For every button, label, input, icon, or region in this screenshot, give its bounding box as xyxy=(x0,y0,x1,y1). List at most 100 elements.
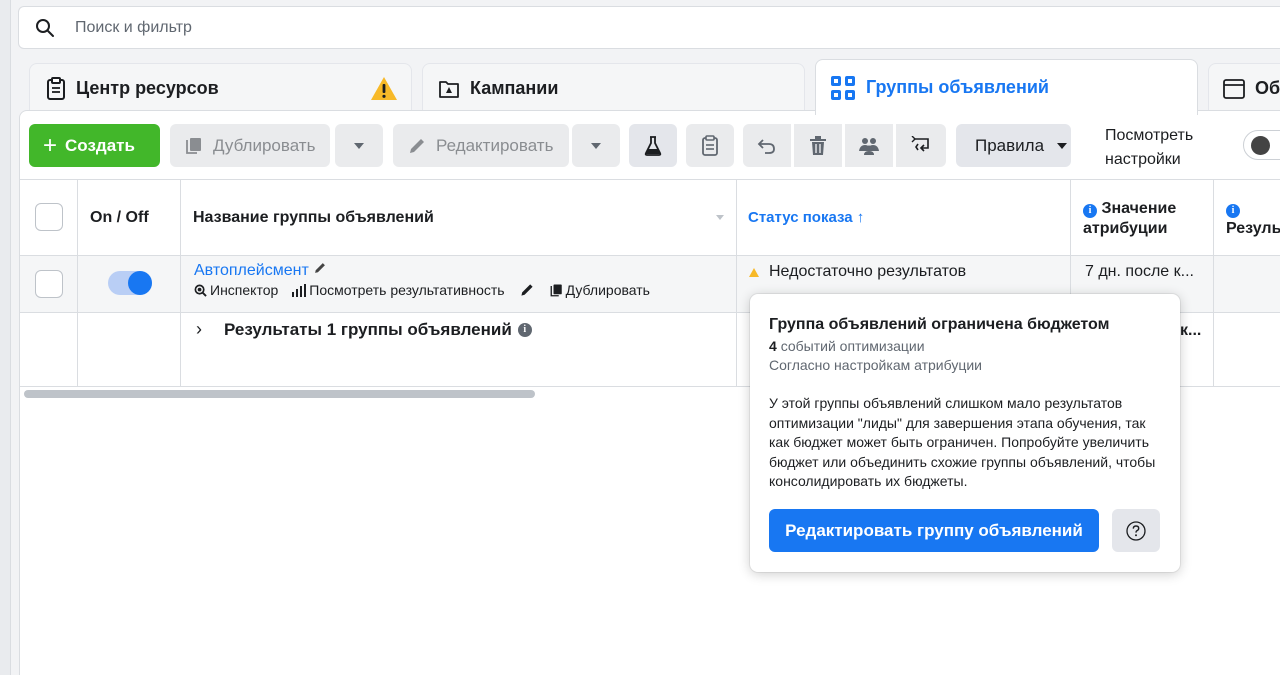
attribution-value: 7 дн. после к... xyxy=(1085,263,1194,280)
undo-button[interactable] xyxy=(743,124,791,167)
header-attribution[interactable]: i Значение атрибуции xyxy=(1083,199,1176,239)
report-button[interactable] xyxy=(686,124,734,167)
search-icon xyxy=(36,18,54,37)
edit-dropdown[interactable] xyxy=(572,124,620,167)
horizontal-scrollbar[interactable] xyxy=(24,390,535,398)
trash-icon xyxy=(810,135,826,155)
caret-down-icon xyxy=(1057,142,1068,149)
audience-button[interactable] xyxy=(845,124,893,167)
search-bar[interactable] xyxy=(18,6,1280,49)
duplicate-row-label: Дублировать xyxy=(565,282,650,298)
view-performance-label: Посмотреть результативность xyxy=(309,282,505,298)
plus-icon: + xyxy=(43,131,58,159)
warning-triangle-icon xyxy=(749,267,759,277)
pencil-icon[interactable] xyxy=(313,261,327,275)
col-divider xyxy=(736,179,737,386)
duplicate-icon xyxy=(550,284,562,296)
tab-resource-center[interactable]: Центр ресурсов xyxy=(29,63,412,113)
tab-ads[interactable]: Об xyxy=(1208,63,1280,113)
inspector-label: Инспектор xyxy=(210,282,279,298)
col-divider xyxy=(180,179,181,386)
rules-dropdown[interactable]: Правила xyxy=(956,124,1071,167)
duplicate-button[interactable]: Дублировать xyxy=(170,124,330,167)
search-input[interactable] xyxy=(75,18,675,37)
tab-ad-sets[interactable]: Группы объявлений xyxy=(815,59,1198,115)
header-status[interactable]: Статус показа ↑ xyxy=(748,209,864,226)
view-settings[interactable]: Посмотреть настройки xyxy=(1105,124,1193,172)
table-top-border xyxy=(20,179,1280,180)
window-icon xyxy=(1223,78,1245,99)
toggle-knob xyxy=(1251,136,1270,155)
warning-icon xyxy=(371,77,397,100)
header-results[interactable]: i Резуль xyxy=(1226,199,1280,239)
col-divider xyxy=(1213,179,1214,386)
delivery-status[interactable]: Недостаточно результатов xyxy=(749,263,966,281)
tab-label: Кампании xyxy=(470,78,559,98)
create-label: Создать xyxy=(65,135,135,155)
duplicate-dropdown[interactable] xyxy=(335,124,383,167)
clipboard-icon xyxy=(702,134,718,156)
chevron-right-icon: › xyxy=(196,319,202,339)
tab-label: Группы объявлений xyxy=(866,77,1049,97)
budget-limited-popover: Группа объявлений ограничена бюджетом 4 … xyxy=(750,294,1180,572)
left-edge-divider xyxy=(10,0,11,675)
people-icon xyxy=(859,137,879,155)
view-performance-link[interactable]: Посмотреть результативность xyxy=(292,282,505,298)
view-settings-line2: настройки xyxy=(1105,151,1181,168)
inspector-link[interactable]: Инспектор xyxy=(194,282,278,298)
popover-events: 4 событий оптимизации xyxy=(769,338,925,354)
caret-down-icon xyxy=(591,142,601,149)
results-label: Резуль xyxy=(1226,220,1280,237)
toolbar: + Создать Дублировать Редактировать Прав… xyxy=(20,111,1280,179)
header-onoff[interactable]: On / Off xyxy=(90,209,149,227)
sort-caret-icon[interactable] xyxy=(715,214,725,221)
tab-label: Об xyxy=(1255,78,1280,98)
edit-button[interactable]: Редактировать xyxy=(393,124,569,167)
tab-label: Центр ресурсов xyxy=(76,78,219,98)
create-button[interactable]: + Создать xyxy=(29,124,160,167)
bar-chart-icon xyxy=(292,283,307,297)
ab-test-button[interactable] xyxy=(629,124,677,167)
inspector-icon xyxy=(194,284,207,297)
grid-icon xyxy=(831,75,855,100)
flask-icon xyxy=(644,135,662,156)
select-all-checkbox[interactable] xyxy=(35,203,63,231)
duplicate-icon xyxy=(186,137,201,154)
header-name[interactable]: Название группы объявлений xyxy=(193,209,434,227)
clipboard-icon xyxy=(47,76,65,100)
pencil-icon xyxy=(410,138,424,153)
summary-attribution: к... xyxy=(1180,322,1202,339)
edit-ad-set-button[interactable]: Редактировать группу объявлений xyxy=(769,509,1099,552)
delete-button[interactable] xyxy=(794,124,842,167)
toggle-knob xyxy=(128,271,152,295)
ad-set-name-link[interactable]: Автоплейсмент xyxy=(194,261,327,280)
sort-up-icon: ↑ xyxy=(856,209,865,226)
events-count: 4 xyxy=(769,338,777,354)
row-actions: Инспектор Посмотреть результативность Ду… xyxy=(194,282,664,298)
folder-icon xyxy=(439,80,459,98)
edit-label: Редактировать xyxy=(436,135,554,155)
duplicate-label: Дублировать xyxy=(213,135,316,155)
exchange-icon xyxy=(911,135,929,152)
help-button[interactable] xyxy=(1112,509,1160,552)
question-icon xyxy=(1126,520,1146,541)
popover-title: Группа объявлений ограничена бюджетом xyxy=(769,316,1110,333)
tab-campaigns[interactable]: Кампании xyxy=(422,63,805,113)
ad-set-name: Автоплейсмент xyxy=(194,262,309,279)
view-settings-toggle[interactable] xyxy=(1243,130,1280,160)
header-status-label: Статус показа xyxy=(748,209,853,226)
info-icon[interactable]: i xyxy=(517,322,532,337)
rules-label: Правила xyxy=(975,135,1045,155)
pencil-icon xyxy=(520,284,533,296)
undo-icon xyxy=(757,138,775,154)
left-edge xyxy=(0,0,10,675)
exchange-button[interactable] xyxy=(896,124,946,167)
col-divider xyxy=(77,179,78,386)
ad-set-toggle[interactable] xyxy=(108,271,152,295)
duplicate-row-link[interactable]: Дублировать xyxy=(549,282,650,298)
summary-row[interactable]: › Результаты 1 группы объявлений i xyxy=(196,319,532,340)
events-suffix: событий оптимизации xyxy=(780,338,925,354)
edit-row-link[interactable] xyxy=(519,282,535,298)
popover-attribution-note: Согласно настройкам атрибуции xyxy=(769,357,982,373)
row-checkbox[interactable] xyxy=(35,270,63,298)
